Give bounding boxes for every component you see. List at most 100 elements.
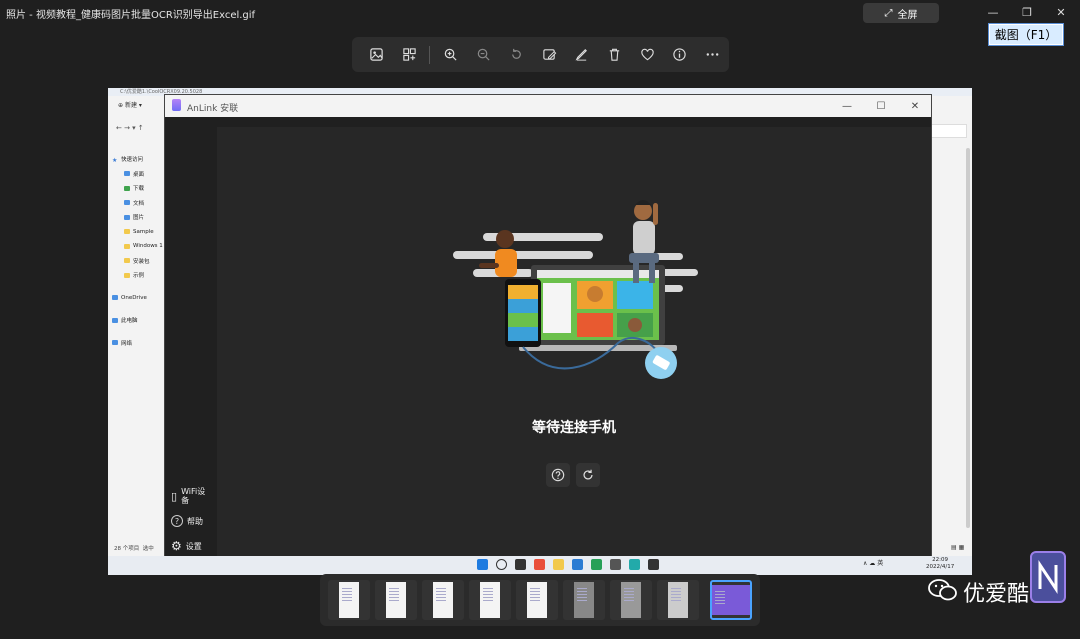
explorer-sidebar-item[interactable]: ★ 快速访问 — [108, 152, 164, 167]
watermark-text: 优爱酷 — [963, 582, 1030, 607]
help-round-button[interactable] — [546, 463, 570, 487]
app-icon[interactable] — [534, 559, 545, 570]
collection-icon[interactable] — [393, 38, 426, 71]
help-button[interactable]: ? 帮助 — [171, 515, 203, 527]
folder-icon — [124, 243, 130, 249]
refresh-button[interactable] — [576, 463, 600, 487]
fullscreen-label: 全屏 — [897, 9, 918, 21]
explorer-sidebar-item[interactable]: 文档 — [108, 196, 164, 211]
explorer-sidebar-label: Sample — [133, 228, 154, 235]
help-icon: ? — [171, 515, 183, 527]
thumbnail[interactable] — [563, 580, 605, 620]
clock-time: 22:09 — [932, 557, 949, 563]
explorer-sidebar-label: 下载 — [133, 186, 145, 193]
folder-icon — [124, 214, 130, 220]
expand-icon: ⤢ — [884, 7, 893, 19]
explorer-sidebar-item[interactable]: Sample — [108, 225, 164, 240]
explorer-sidebar-label: Windows 1 — [133, 243, 163, 250]
explorer-sidebar-label: OneDrive — [121, 294, 147, 301]
app2-icon[interactable] — [591, 559, 602, 570]
explorer-item-count: 28 个项目 — [114, 546, 140, 552]
thumbnail[interactable] — [610, 580, 652, 620]
settings-label: 设置 — [185, 541, 202, 551]
explorer-sidebar-label: 图片 — [133, 215, 145, 222]
wifi-devices-button[interactable]: ▯ WiFi设备 — [171, 487, 209, 505]
zoom-in-icon[interactable] — [434, 38, 467, 71]
app3-icon[interactable] — [610, 559, 621, 570]
clock: 22:09 2022/4/17 — [926, 557, 954, 571]
restore-button[interactable]: ❐ — [1012, 4, 1042, 20]
draw-icon[interactable] — [565, 38, 598, 71]
thumbnail[interactable] — [328, 580, 370, 620]
explorer-new-button[interactable]: ⊕ 新建 ▾ — [108, 100, 168, 116]
more-icon[interactable] — [696, 38, 729, 71]
info-icon[interactable] — [664, 38, 697, 71]
explorer-sidebar-item[interactable]: Windows 1 — [108, 239, 164, 254]
wifi-label: WiFi设备 — [181, 487, 206, 505]
explorer-sidebar-item[interactable]: 此电脑 — [108, 313, 164, 328]
anlink-minimize-button[interactable]: — — [839, 99, 855, 113]
explorer-search-box[interactable] — [931, 124, 967, 138]
thumbnail-selected[interactable] — [710, 580, 752, 620]
folder-icon — [112, 295, 118, 301]
explorer-sidebar-item[interactable]: 下载 — [108, 181, 164, 196]
settings-button[interactable]: ⚙ 设置 — [171, 539, 202, 553]
explorer-icon[interactable] — [553, 559, 564, 570]
refresh-icon — [583, 469, 593, 480]
connect-illustration — [453, 200, 698, 379]
delete-icon[interactable] — [598, 38, 631, 71]
anlink-maximize-button[interactable]: ☐ — [873, 99, 889, 113]
thumbnail-strip — [320, 574, 760, 626]
explorer-sidebar: ★ 快速访问 桌面 下载 文档 图片 Sample Windows 1 安装包 示例 OneDriv… — [108, 152, 164, 352]
photo-canvas[interactable]: C:\优爱酷1.\CoolOCRX09.20.5028 ⊕ 新建 ▾ ← → ▾… — [108, 88, 972, 575]
fullscreen-button[interactable]: ⤢ 全屏 — [863, 3, 939, 23]
thumbnail[interactable] — [422, 580, 464, 620]
thumbnail[interactable] — [469, 580, 511, 620]
star-icon: ★ — [112, 156, 118, 164]
explorer-sidebar-item[interactable]: 安装包 — [108, 254, 164, 269]
thumbnail[interactable] — [657, 580, 699, 620]
taskview-icon[interactable] — [515, 559, 526, 570]
explorer-new-label: 新建 — [124, 102, 137, 109]
explorer-nav[interactable]: ← → ▾ ↑ — [108, 124, 168, 138]
toolbar-divider — [429, 45, 431, 64]
image-icon[interactable] — [360, 38, 393, 71]
explorer-sidebar-label: 网络 — [121, 340, 133, 347]
explorer-sidebar-item[interactable]: 图片 — [108, 210, 164, 225]
explorer-sidebar-item[interactable]: 桌面 — [108, 167, 164, 182]
explorer-status: 28 个项目 选中 — [114, 544, 154, 552]
explorer-sidebar-item[interactable]: 示例 — [108, 268, 164, 283]
photo-toolbar — [352, 37, 729, 72]
explorer-view-buttons[interactable]: ▤ ▦ — [951, 544, 964, 551]
edge-icon[interactable] — [572, 559, 583, 570]
explorer-sidebar-label: 文档 — [133, 200, 145, 207]
anlink-logo-icon — [172, 99, 181, 111]
watermark-logo-icon — [1030, 551, 1066, 603]
explorer-selected: 选中 — [142, 546, 154, 552]
close-button[interactable]: ✕ — [1046, 4, 1076, 20]
favorite-icon[interactable] — [631, 38, 664, 71]
explorer-sidebar-item[interactable]: 网络 — [108, 336, 164, 351]
explorer-scrollbar[interactable] — [966, 148, 970, 528]
minimize-button[interactable]: — — [978, 4, 1008, 20]
gear-icon: ⚙ — [171, 539, 182, 553]
explorer-sidebar-label: 安装包 — [133, 258, 150, 265]
anlink-title: AnLink 安联 — [187, 104, 239, 114]
rotate-icon[interactable] — [500, 38, 533, 71]
app4-icon[interactable] — [629, 559, 640, 570]
app5-icon[interactable] — [648, 559, 659, 570]
connection-status: 等待连接手机 — [532, 420, 616, 436]
search-icon[interactable] — [496, 559, 507, 570]
system-tray[interactable]: ∧ ☁ 英 — [863, 558, 883, 567]
explorer-sidebar-label: 快速访问 — [121, 157, 144, 164]
start-icon[interactable] — [477, 559, 488, 570]
explorer-sidebar-item[interactable]: OneDrive — [108, 291, 164, 306]
thumbnail[interactable] — [375, 580, 417, 620]
thumbnail[interactable] — [516, 580, 558, 620]
anlink-close-button[interactable]: ✕ — [907, 99, 923, 113]
edit-icon[interactable] — [533, 38, 566, 71]
screenshot-hint[interactable]: 截图（F1） — [988, 23, 1064, 46]
question-icon — [551, 468, 565, 482]
zoom-out-icon[interactable] — [467, 38, 500, 71]
wechat-icon — [928, 579, 957, 601]
